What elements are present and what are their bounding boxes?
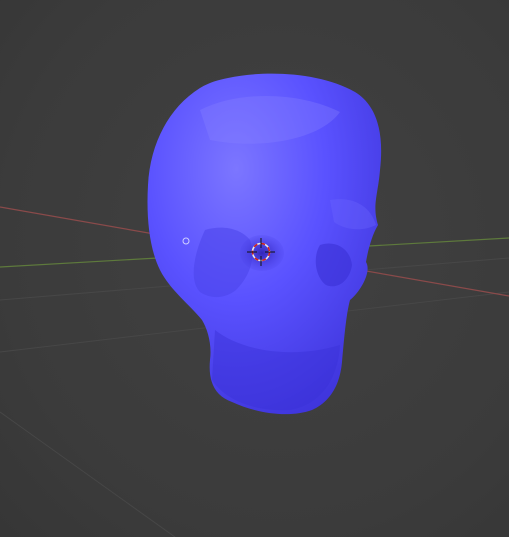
- eye-socket: [240, 235, 284, 271]
- 3d-viewport[interactable]: [0, 0, 509, 537]
- viewport-canvas[interactable]: [0, 0, 509, 537]
